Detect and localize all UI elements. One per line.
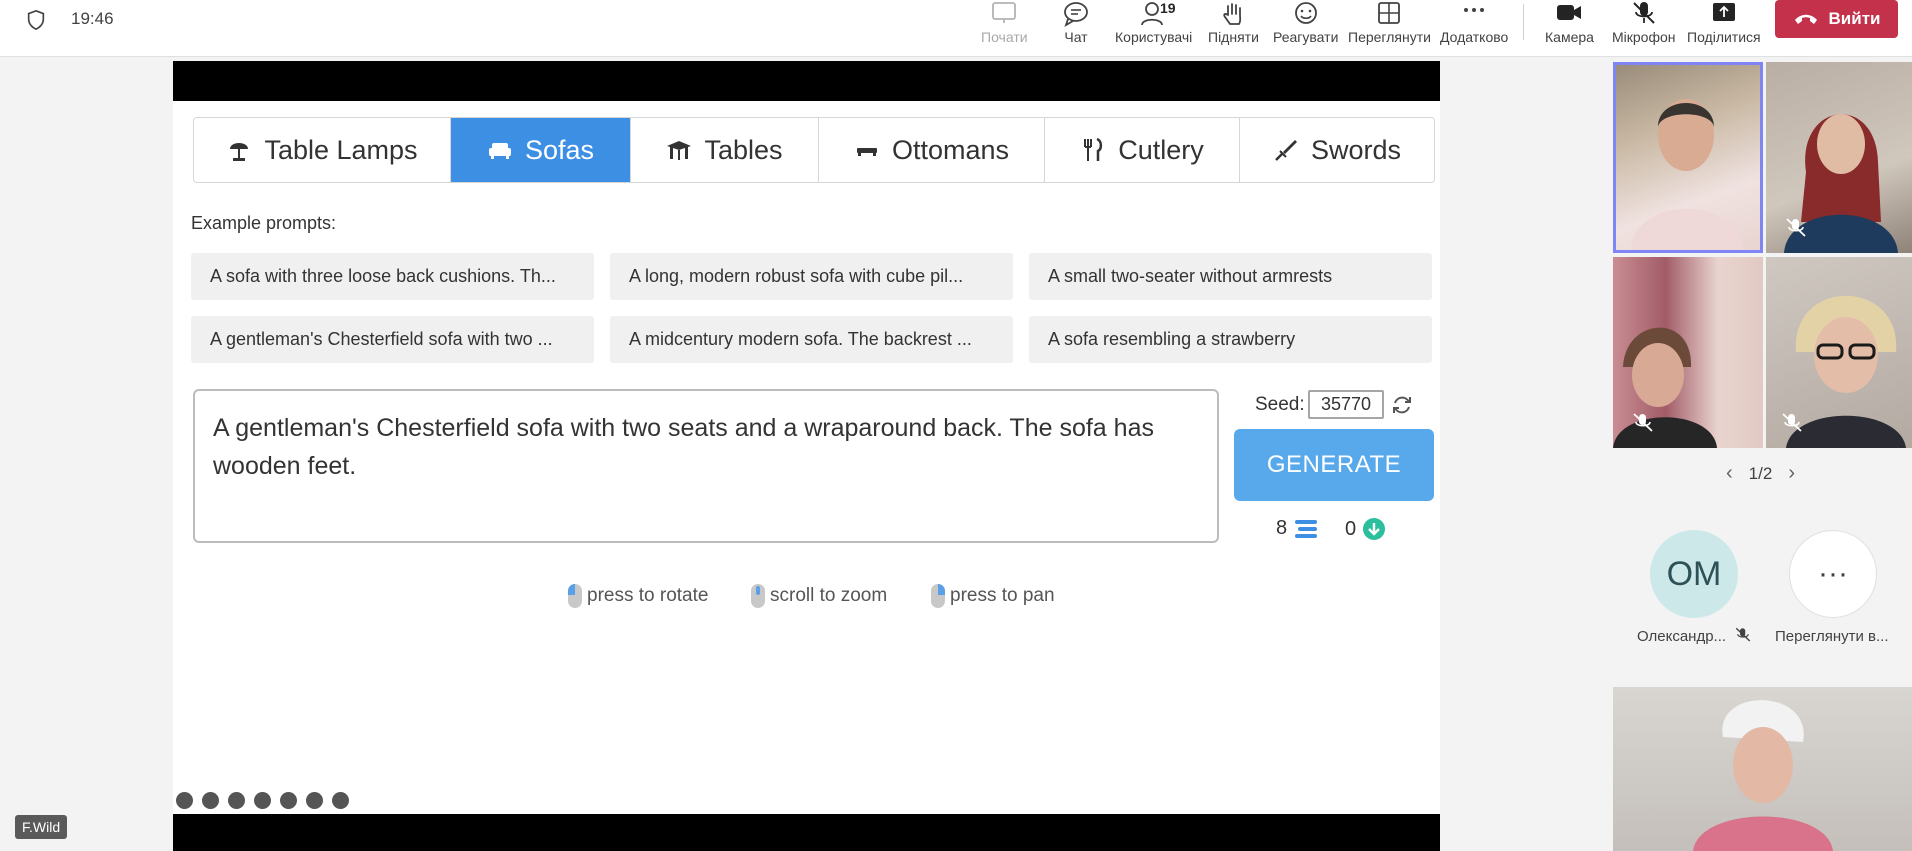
video-tile-1[interactable] (1613, 62, 1763, 253)
participant-name: Олександр... (1637, 628, 1727, 645)
lamp-icon (230, 143, 249, 161)
presenter-name-tag: F.Wild (15, 815, 68, 839)
previous-page-icon[interactable]: ‹ (1726, 462, 1733, 485)
pen-icon[interactable] (202, 792, 219, 809)
category-tabs: Table Lamps Sofas Tables Ottomans Cutler… (193, 117, 1435, 183)
camera-button[interactable]: Камера (1545, 0, 1594, 50)
grid-icon (1378, 2, 1401, 24)
avatar[interactable]: ОМ (1650, 530, 1738, 618)
hang-up-icon (1794, 14, 1817, 24)
example-prompts-label: Example prompts: (191, 213, 337, 233)
prompt-textarea[interactable]: A gentleman's Chesterfield sofa with two… (193, 389, 1219, 543)
participant-video (1631, 99, 1744, 250)
camera-icon (1557, 5, 1582, 20)
example-prompt-1[interactable]: A sofa with three loose back cushions. T… (191, 253, 594, 300)
seed-label: Seed: (1255, 394, 1305, 415)
more-options-icon[interactable] (306, 792, 323, 809)
tab-ottomans[interactable]: Ottomans (819, 118, 1045, 182)
credits-counter: 8 (1276, 517, 1319, 540)
forward-icon[interactable] (332, 792, 349, 809)
hint-zoom: scroll to zoom (751, 584, 887, 608)
mic-off-icon (1786, 218, 1806, 237)
download-icon[interactable] (1362, 517, 1386, 541)
captions-icon[interactable] (254, 792, 271, 809)
more-icon (1464, 8, 1485, 12)
example-prompt-2[interactable]: A long, modern robust sofa with cube pil… (610, 253, 1013, 300)
self-video-tile[interactable] (1613, 687, 1912, 851)
cutlery-icon (1084, 137, 1103, 161)
view-all-label: Переглянути в... (1775, 628, 1889, 645)
view-button[interactable]: Переглянути (1348, 0, 1431, 50)
view-all-participants-button[interactable]: ··· (1789, 530, 1877, 618)
more-actions-button[interactable]: Додатково (1440, 0, 1508, 50)
screen-icon (992, 2, 1017, 23)
leave-button[interactable]: Вийти (1775, 0, 1898, 38)
share-letterbox-bottom (173, 814, 1440, 851)
seed-input[interactable]: 35770 (1308, 390, 1384, 419)
mic-off-icon (1633, 2, 1655, 24)
shield-icon (27, 9, 45, 31)
tab-tables[interactable]: Tables (631, 118, 819, 182)
refresh-seed-icon[interactable] (1391, 394, 1413, 416)
participant-video (1693, 700, 1833, 851)
microphone-button[interactable]: Мікрофон (1612, 0, 1676, 50)
ottoman-icon (856, 148, 877, 156)
generate-button[interactable]: GENERATE (1234, 429, 1434, 501)
chat-icon (1064, 2, 1088, 27)
table-icon (667, 141, 692, 160)
people-button[interactable]: Користувачі (1115, 0, 1192, 50)
smiley-icon (1294, 2, 1317, 24)
zoom-icon[interactable] (228, 792, 245, 809)
share-icon (1712, 3, 1735, 21)
video-tile-4[interactable] (1766, 257, 1912, 448)
meeting-timer: 19:46 (71, 9, 114, 28)
tab-cutlery[interactable]: Cutlery (1045, 118, 1240, 182)
participant-count: 19 (1160, 0, 1176, 16)
video-off-icon[interactable] (280, 792, 297, 809)
mic-off-icon (1782, 413, 1802, 432)
stack-icon (1295, 519, 1318, 538)
chat-button[interactable]: Чат (1062, 0, 1090, 50)
tab-sofas[interactable]: Sofas (451, 118, 631, 182)
toolbar-divider (1523, 4, 1524, 40)
video-tile-2[interactable] (1766, 62, 1912, 253)
mouse-right-icon (931, 584, 945, 608)
example-prompt-4[interactable]: A gentleman's Chesterfield sofa with two… (191, 316, 594, 363)
hint-pan: press to pan (931, 584, 1055, 608)
example-prompt-6[interactable]: A sofa resembling a strawberry (1029, 316, 1432, 363)
start-button[interactable]: Почати (981, 0, 1028, 50)
share-button[interactable]: Поділитися (1687, 0, 1761, 50)
raise-hand-button[interactable]: Підняти (1208, 0, 1259, 50)
video-tile-3[interactable] (1613, 257, 1763, 448)
sword-icon (1275, 140, 1297, 161)
gallery-pager: ‹ 1/2 › (1726, 462, 1795, 485)
sofa-icon (488, 143, 511, 159)
downloads-counter: 0 (1345, 517, 1386, 541)
meeting-toolbar: 19:46 Почати Чат Користувачі 19 Підняти … (0, 0, 1912, 57)
share-letterbox-top (173, 61, 1440, 101)
tab-swords[interactable]: Swords (1240, 118, 1434, 182)
mic-off-icon (1735, 627, 1751, 642)
back-icon[interactable] (176, 792, 193, 809)
react-button[interactable]: Реагувати (1273, 0, 1338, 50)
example-prompt-5[interactable]: A midcentury modern sofa. The backrest .… (610, 316, 1013, 363)
presentation-tools (176, 792, 349, 809)
next-page-icon[interactable]: › (1788, 462, 1795, 485)
example-prompt-3[interactable]: A small two-seater without armrests (1029, 253, 1432, 300)
mouse-wheel-icon (751, 584, 765, 608)
shared-screen: Table Lamps Sofas Tables Ottomans Cutler… (173, 61, 1440, 851)
hint-rotate: press to rotate (568, 584, 708, 608)
mouse-left-icon (568, 584, 582, 608)
hand-icon (1223, 3, 1242, 25)
tab-table-lamps[interactable]: Table Lamps (194, 118, 451, 182)
mic-off-icon (1633, 413, 1653, 432)
